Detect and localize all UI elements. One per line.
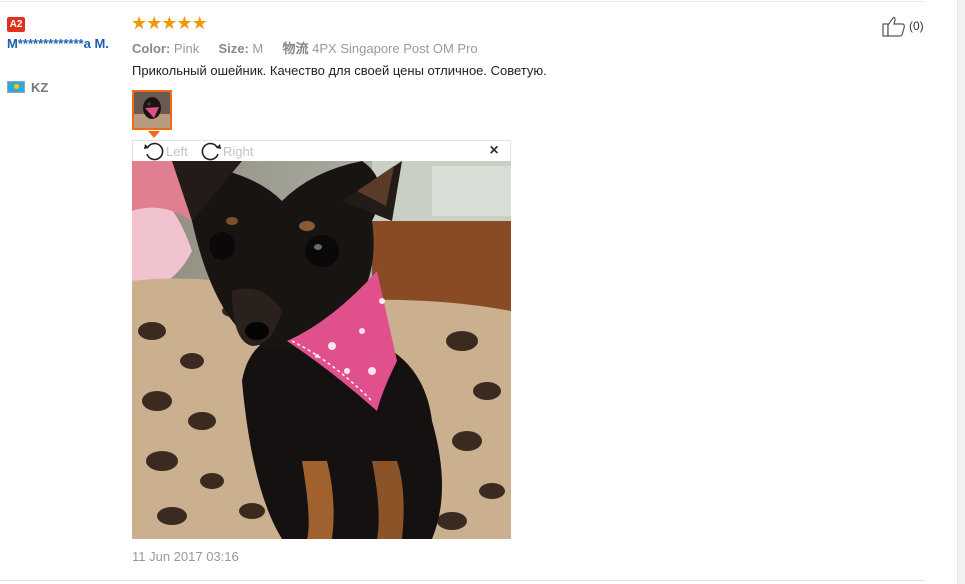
star-icon: ★: [191, 13, 208, 33]
scrollbar[interactable]: [957, 0, 965, 584]
order-attributes: Color: Pink Size: M 物流 4PX Singapore Pos…: [132, 38, 478, 57]
attr-shipping-key: 物流: [282, 41, 309, 56]
top-divider: [0, 1, 925, 2]
attr-shipping-value: 4PX Singapore Post OM Pro: [312, 41, 478, 56]
rotate-left-label: Left: [166, 143, 188, 159]
country-code: KZ: [31, 79, 49, 95]
attr-size-key: Size:: [218, 41, 249, 56]
helpful-count: (0): [909, 19, 924, 33]
image-viewer-toolbar: Left Right ×: [132, 140, 511, 161]
rotate-left-icon: [144, 142, 164, 161]
thumbnail-pointer: [148, 131, 160, 138]
bottom-divider: [0, 580, 925, 581]
rotate-right-label: Right: [223, 143, 254, 159]
star-icon: ★: [176, 13, 193, 33]
buyer-level-badge: A2: [7, 17, 25, 32]
reviewer-country: KZ: [7, 79, 48, 95]
review-text: Прикольный ошейник. Качество для своей ц…: [132, 63, 547, 78]
helpful-button[interactable]: (0): [882, 15, 924, 37]
rotate-right-icon: [201, 142, 221, 161]
star-icon: ★: [146, 13, 163, 33]
rotate-right-button[interactable]: Right: [200, 141, 253, 161]
close-viewer-button[interactable]: ×: [487, 142, 501, 160]
attr-size-value: M: [252, 41, 264, 56]
review-photo-large: [132, 161, 511, 539]
review-photo-thumbnail[interactable]: [132, 90, 172, 130]
rotate-left-button[interactable]: Left: [143, 141, 188, 161]
thumbs-up-icon: [882, 16, 905, 37]
kazakhstan-flag-icon: [7, 81, 25, 93]
rating-stars: ★ ★ ★ ★ ★: [131, 13, 208, 33]
attr-color-value: Pink: [173, 41, 200, 56]
attr-color-key: Color:: [132, 41, 171, 56]
star-icon: ★: [131, 13, 148, 33]
star-icon: ★: [161, 13, 178, 33]
reviewer-name[interactable]: M*************a M.: [7, 35, 127, 53]
review-date: 11 Jun 2017 03:16: [132, 549, 239, 564]
